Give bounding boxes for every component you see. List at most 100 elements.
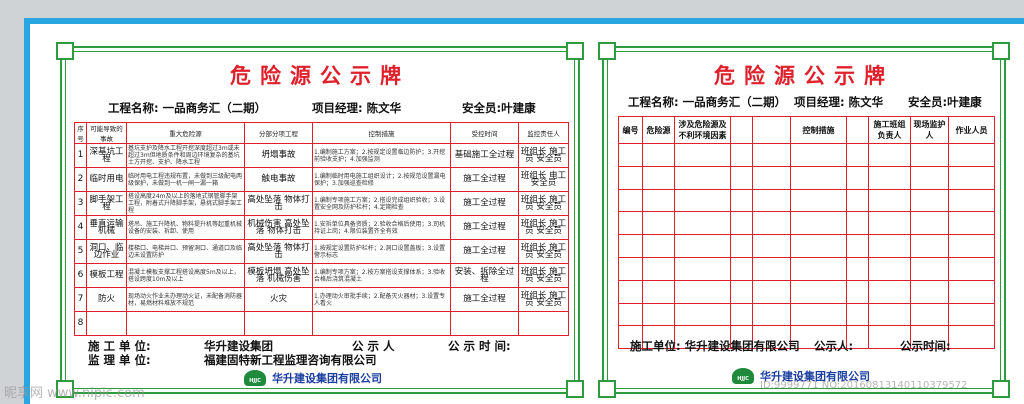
row-measure: 1.办理动火审批手续；2.配备灭火器材；3.设置专人看火 [312,287,451,312]
row-measure: 1.编制施工方案；2.按规定设置临边防护；3.开挖前验收支护；4.加强监测 [312,143,451,168]
row-hazard: 楼梯口、电梯井口、预留洞口、通道口及临边未设置防护 [126,239,245,264]
column-header: 施工班组负责人 [868,116,911,144]
right-board: 危险源公示牌 工程名称: 一品商务汇（二期） 项目经理: 陈文华 安全员:叶建康… [598,42,1010,398]
table-row [618,188,995,213]
row-number: 6 [74,263,87,288]
row-subproject: 模板坍塌 高处坠落 机械伤害 [244,263,313,288]
table-row [618,256,995,281]
watermark-left: 昵享网 www.nipic.com [4,386,145,401]
column-header: 监控责任人 [518,122,569,144]
row-person: 班组长 施工员 安全员 [518,191,569,216]
row-person: 班组长 施工员 安全员 [518,263,569,288]
row-person: 班组长 施工员 安全员 [518,215,569,240]
column-header: 涉及危险源及不利环境因素 [674,116,731,144]
table-row: 6 模板工程 混凝土模板支撑工程搭设高度5m及以上，搭设跨度10m及以上 模板坍… [74,263,569,288]
row-hazard: 临时用电工程违规布置，未做到三级配电两级保护，未做到一机一闸一漏一箱 [126,167,245,192]
row-time: 安装、拆除全过程 [450,263,519,288]
row-hazard: 基坑支护及降水工程开挖深度超过3m或未超过3m但地质条件和周边环境复杂的基坑土方… [126,143,245,168]
column-header: 编号 [618,116,643,144]
row-person: 班组长 施工员 安全员 [518,239,569,264]
row-time: 施工全过程 [450,287,519,312]
row-subproject: 高处坠落 物体打击 [244,191,313,216]
row-hazard: 塔吊、施工升降机、物料提升机等起重机械设备的安装、拆卸、使用 [126,215,245,240]
row-subproject: 坍塌事故 [244,143,313,168]
row-time: 施工全过程 [450,239,519,264]
table-row: 5 洞口、临边作业 楼梯口、电梯井口、预留洞口、通道口及临边未设置防护 高处坠落… [74,239,569,264]
row-item: 洞口、临边作业 [86,239,127,264]
table-row: 3 脚手架工程 搭设高度24m及以上的落地式钢管脚手架工程，附着式升降脚手架，悬… [74,191,569,216]
right-corner-ornament [992,380,1010,398]
table-row: 7 防火 现场动火作业未办理动火证，未配备消防器材，易燃材料堆放不规范 火灾 1… [74,287,569,312]
table-header-row: 序号 可能导致的事故 重大危险源 分部分项工程 控制措施 受控时间 监控责任人 [74,122,569,144]
column-header: 控制措施 [312,122,451,144]
row-number: 5 [74,239,87,264]
row-number: 2 [74,167,87,192]
right-corner-ornament [598,42,616,60]
right-corner-ornament [598,380,616,398]
row-item [86,311,127,336]
right-corner-ornament [992,42,1010,60]
table-row: 2 临时用电 临时用电工程违规布置，未做到三级配电两级保护，未做到一机一闸一漏一… [74,167,569,192]
column-header: 现场监护人 [910,116,949,144]
left-corner-ornament [56,42,74,60]
row-measure: 1.编制临时用电施工组织设计；2.按规范设置漏电保护；3.加强巡查检修 [312,167,451,192]
row-item: 深基坑工程 [86,143,127,168]
row-item: 垂直运输机械 [86,215,127,240]
row-person: 班组长 电工 安全员 [518,167,569,192]
column-header: 可能导致的事故 [86,122,127,144]
row-subproject: 机械伤害 高处坠落 物体打击 [244,215,313,240]
row-number: 1 [74,143,87,168]
right-announcer: 公示人: [814,339,854,353]
row-number: 3 [74,191,87,216]
row-subproject: 高处坠落 物体打击 [244,239,313,264]
row-hazard [126,311,245,336]
company-logo-icon: HJJC [732,368,754,384]
row-time [450,311,519,336]
row-measure [312,311,451,336]
left-corner-ornament [566,42,584,60]
table-row [618,165,995,190]
row-subproject [244,311,313,336]
watermark-right: ID:9999771 NO:20160813140110379572 [760,380,968,391]
left-safety-officer: 安全员:叶建康 [462,101,536,115]
table-row [618,279,995,304]
row-hazard: 搭设高度24m及以上的落地式钢管脚手架工程，附着式升降脚手架，悬挑式脚手架工程 [126,191,245,216]
row-person [518,311,569,336]
right-project-name: 工程名称: 一品商务汇（二期） [628,95,787,109]
table-row: 4 垂直运输机械 塔吊、施工升降机、物料提升机等起重机械设备的安装、拆卸、使用 … [74,215,569,240]
row-time: 施工全过程 [450,215,519,240]
left-company-logo: HJJC 华升建设集团有限公司 [244,370,382,386]
column-header [846,116,869,144]
column-header: 分部分项工程 [244,122,313,144]
row-number: 8 [74,311,87,336]
row-person: 班组长 施工员 安全员 [518,143,569,168]
left-supervisor-name: 福建固特新工程监理咨询有限公司 [204,353,377,367]
row-measure: 1.编制专项方案；2.按方案搭设支撑体系；3.验收合格后浇筑混凝土 [312,263,451,288]
column-header: 重大危险源 [126,122,245,144]
company-name: 华升建设集团有限公司 [272,372,382,385]
left-board: 危险源公示牌 工程名称: 一品商务汇（二期） 项目经理: 陈文华 安全员:叶建康… [56,42,584,398]
row-time: 基础施工全过程 [450,143,519,168]
row-measure: 1.编制专项施工方案；2.搭设完成组织验收；3.设置安全网及防护栏杆；4.定期检… [312,191,451,216]
row-person: 班组长 施工员 安全员 [518,287,569,312]
table-row: 8 [74,311,569,336]
row-item: 模板工程 [86,263,127,288]
row-item: 临时用电 [86,167,127,192]
table-row [618,211,995,236]
row-subproject: 火灾 [244,287,313,312]
column-header: 序号 [74,122,87,144]
row-hazard: 现场动火作业未办理动火证，未配备消防器材，易燃材料堆放不规范 [126,287,245,312]
row-subproject: 触电事故 [244,167,313,192]
table-row [618,234,995,258]
left-hazard-table: 序号 可能导致的事故 重大危险源 分部分项工程 控制措施 受控时间 监控责任人 … [74,122,569,336]
row-number: 4 [74,215,87,240]
left-project-manager: 项目经理: 陈文华 [312,101,402,115]
column-header: 作业人员 [948,116,995,144]
column-header: 受控时间 [450,122,519,144]
left-supervisor-label: 监 理 单 位: [88,353,151,367]
table-row [618,302,995,327]
table-row: 1 深基坑工程 基坑支护及降水工程开挖深度超过3m或未超过3m但地质条件和周边环… [74,143,569,168]
right-title: 危险源公示牌 [714,63,894,88]
table-row [618,143,995,167]
left-project-name: 工程名称: 一品商务汇（二期） [108,101,267,115]
